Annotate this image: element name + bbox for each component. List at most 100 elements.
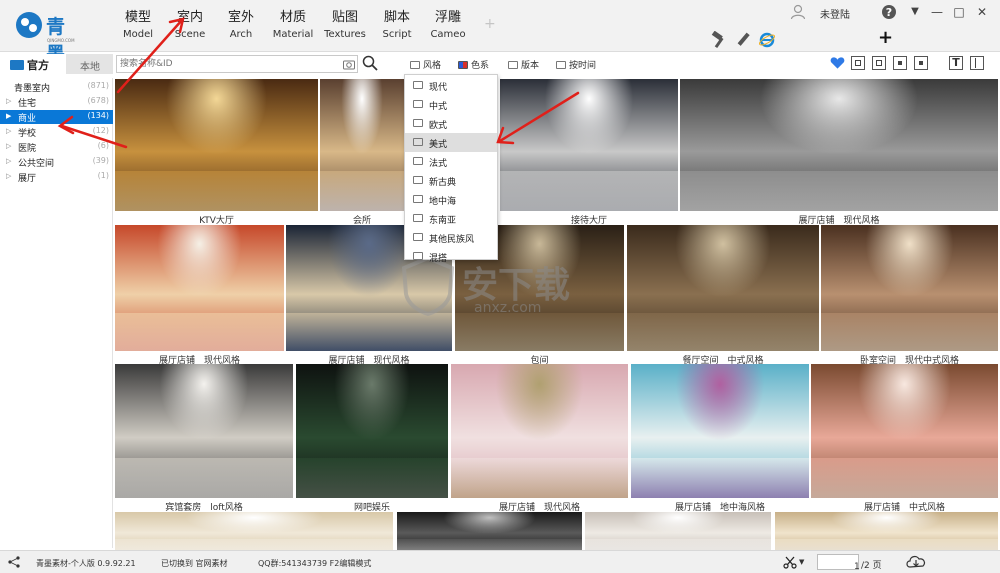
dropdown-item[interactable]: 美式 [405, 133, 497, 152]
app-logo: 青墨 QINGMO.COM [14, 10, 84, 65]
tree-item-school[interactable]: ▷ 学校 (12) [0, 125, 113, 139]
scene-thumbnail[interactable] [631, 364, 809, 498]
dropdown-item-label: 新古典 [429, 178, 457, 188]
tab-script-zh: 脚本 [383, 10, 410, 25]
dropdown-item[interactable]: 混搭 [405, 247, 497, 266]
add-tab-button[interactable]: + [484, 16, 496, 32]
dropdown-item[interactable]: 欧式 [405, 114, 497, 133]
tree-item-qingmo-interior[interactable]: 青墨室内 (871) [0, 80, 113, 94]
tab-cameo-zh: 浮雕 [434, 10, 461, 25]
view-size-4-icon[interactable] [914, 56, 928, 70]
scene-thumbnail[interactable] [115, 512, 393, 550]
dropdown-item[interactable]: 现代 [405, 76, 497, 95]
filter-version[interactable]: 版本 [508, 58, 539, 71]
scene-thumbnail[interactable] [821, 225, 998, 351]
scene-thumbnail[interactable] [115, 364, 293, 498]
tree-item-residential[interactable]: ▷ 住宅 (678) [0, 95, 113, 109]
filter-time[interactable]: 按时间 [556, 58, 596, 71]
filter-style[interactable]: 风格 [410, 58, 441, 71]
add-button[interactable]: + [878, 27, 893, 48]
expand-arrow-icon[interactable]: ▷ [6, 97, 11, 105]
minimize-button[interactable]: — [928, 3, 946, 21]
scene-thumbnail[interactable] [811, 364, 998, 498]
tab-local[interactable]: 本地 [66, 54, 113, 74]
tree-item-showroom[interactable]: ▷ 展厅 (1) [0, 170, 113, 184]
official-icon [10, 60, 24, 70]
scene-thumbnail[interactable] [451, 364, 628, 498]
tab-official-label: 官方 [27, 59, 49, 72]
scene-thumbnail[interactable] [115, 79, 318, 211]
camera-icon[interactable] [343, 59, 355, 70]
tag-icon [413, 252, 423, 260]
scene-thumbnail[interactable] [397, 512, 582, 550]
dropdown-item[interactable]: 东南亚 [405, 209, 497, 228]
favorite-heart-icon[interactable] [830, 56, 845, 70]
dropdown-item[interactable]: 新古典 [405, 171, 497, 190]
expand-arrow-icon[interactable]: ▷ [6, 127, 11, 135]
tab-scene[interactable]: 室内 Scene [162, 10, 218, 48]
tag-icon [413, 233, 423, 241]
status-bar: 青墨素材-个人版 0.9.92.21 已切换到 官网素材 QQ群:5413437… [0, 550, 1000, 573]
ie-icon[interactable] [758, 31, 776, 49]
maximize-button[interactable]: □ [950, 3, 968, 21]
view-size-3-icon[interactable] [893, 56, 907, 70]
tab-cameo[interactable]: 浮雕 Cameo [420, 10, 476, 48]
close-button[interactable]: ✕ [973, 3, 991, 21]
view-size-2-icon[interactable] [872, 56, 886, 70]
filter-color-label: 色系 [471, 61, 490, 71]
scene-thumbnail[interactable] [680, 79, 998, 211]
style-dropdown: 现代 中式 欧式 美式 法式新古典地中海东南亚其他民族风混搭 [404, 74, 498, 264]
thumbnail-floor [115, 538, 393, 550]
scissors-dropdown-icon[interactable]: ▼ [799, 558, 804, 566]
qq-group-label: QQ群:541343739 F2编辑模式 [258, 559, 372, 568]
view-size-1-icon[interactable] [851, 56, 865, 70]
tree-item-label: 住宅 [18, 99, 37, 109]
layout-mode-icon[interactable] [970, 56, 984, 70]
expand-arrow-icon[interactable]: ▶ [6, 112, 11, 120]
search-icon[interactable] [362, 55, 378, 71]
scene-thumbnail[interactable] [115, 225, 284, 351]
share-icon[interactable] [8, 556, 20, 568]
search-input[interactable] [120, 58, 334, 70]
tab-material[interactable]: 材质 Material [265, 10, 321, 48]
dropdown-item[interactable]: 法式 [405, 152, 497, 171]
scene-thumbnail[interactable] [500, 79, 678, 211]
user-icon[interactable] [790, 4, 806, 20]
scene-thumbnail[interactable] [627, 225, 819, 351]
dropdown-item[interactable]: 地中海 [405, 190, 497, 209]
expand-arrow-icon[interactable]: ▷ [6, 157, 11, 165]
version-label: 青墨素材-个人版 0.9.92.21 [36, 559, 136, 568]
logo-subtext: QINGMO.COM [47, 38, 75, 43]
dropdown-item-label: 地中海 [429, 197, 457, 207]
help-icon[interactable]: ? [880, 3, 898, 21]
tab-textures[interactable]: 贴图 Textures [317, 10, 373, 48]
scene-thumbnail[interactable] [585, 512, 771, 550]
sidebar-source-tabs: 官方 本地 [0, 54, 113, 74]
tab-script[interactable]: 脚本 Script [369, 10, 425, 48]
settings-menu-icon[interactable]: ▼ [906, 3, 924, 21]
page-number-input[interactable]: 1 [817, 554, 860, 572]
expand-arrow-icon[interactable]: ▷ [6, 172, 11, 180]
dropdown-item[interactable]: 中式 [405, 95, 497, 114]
scene-thumbnail[interactable] [296, 364, 448, 498]
login-status[interactable]: 未登陆 [820, 6, 850, 21]
tab-arch-en: Arch [229, 29, 253, 40]
scissors-icon[interactable] [783, 556, 797, 569]
tree-item-public-space[interactable]: ▷ 公共空间 (39) [0, 155, 113, 169]
dropdown-item[interactable]: 其他民族风 [405, 228, 497, 247]
tree-item-hospital[interactable]: ▷ 医院 (6) [0, 140, 113, 154]
color-icon [458, 61, 468, 69]
dropdown-item-label: 其他民族风 [429, 235, 475, 245]
filter-color[interactable]: 色系 [458, 58, 489, 71]
tab-model[interactable]: 模型 Model [110, 10, 166, 48]
pencil-icon[interactable] [734, 31, 752, 49]
tab-official[interactable]: 官方 [0, 54, 66, 74]
expand-arrow-icon[interactable]: ▷ [6, 142, 11, 150]
tab-arch[interactable]: 室外 Arch [213, 10, 269, 48]
text-mode-icon[interactable]: T [949, 56, 963, 70]
tree-item-commercial[interactable]: ▶ 商业 (134) [0, 110, 113, 124]
hammer-icon[interactable] [710, 31, 728, 49]
scene-thumbnail[interactable] [320, 79, 404, 211]
download-cloud-icon[interactable] [905, 554, 927, 570]
scene-thumbnail[interactable] [775, 512, 998, 550]
